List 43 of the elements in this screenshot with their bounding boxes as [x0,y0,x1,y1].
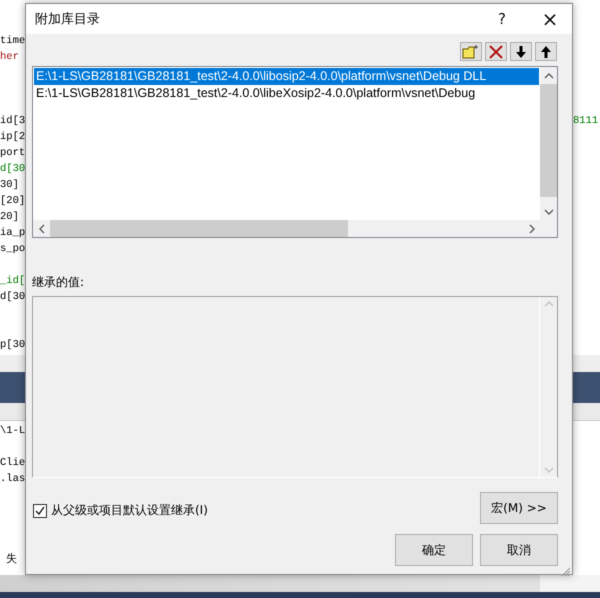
move-up-button[interactable] [535,42,557,61]
scroll-back-icon[interactable] [38,224,46,234]
new-folder-button[interactable] [460,42,482,61]
horizontal-scrollbar[interactable] [33,220,540,237]
code-text: p[30 [0,338,26,353]
code-text: s_po [0,242,26,257]
code-text: _id[ [0,274,26,289]
help-button[interactable]: ? [480,4,524,34]
list-item[interactable]: E:\1-LS\GB28181\GB28181_test\2-4.0.0\libeXosip2-4.0.0\platform\vsnet\Debug [34,85,539,102]
arrow-down-icon [516,46,526,58]
checkbox[interactable] [33,504,47,518]
delete-icon [489,44,503,58]
scroll-back-icon[interactable] [544,72,554,80]
code-text: 失 [5,551,17,567]
code-text: her [0,50,19,65]
code-text: ip[2 [0,130,26,145]
close-button[interactable]: × [528,4,572,34]
macro-button[interactable]: 宏(M) >> [480,492,558,524]
code-text: [20] [0,194,26,209]
inherited-values-label: 继承的值: [32,274,84,291]
dialog-button[interactable]: 确定 [395,534,473,566]
code-text: 20] [0,210,19,225]
list-item[interactable]: E:\1-LS\GB28181\GB28181_test\2-4.0.0\libosip2-4.0.0\platform\vsnet\Debug DLL [34,68,539,85]
resize-grip-icon[interactable] [561,567,571,577]
move-down-button[interactable] [510,42,532,61]
code-text: .las [0,472,26,487]
code-text: ia_p [0,226,26,241]
code-text: port [0,146,26,161]
code-text: time [0,34,26,49]
code-text: 30] [0,178,19,193]
checkbox-label: 从父级或项目默认设置继承(I) [51,502,208,519]
code-text: id[3 [0,114,26,129]
window-title: 附加库目录 [35,11,101,28]
code-text: \1-L [0,424,26,439]
code-text: Clie [0,456,26,471]
vertical-scrollbar[interactable] [540,67,557,220]
arrow-up-icon [541,46,551,58]
delete-button[interactable] [485,42,507,61]
code-text: d[30 [0,290,26,305]
code-text: 8111 [573,114,598,129]
code-text: d[30 [0,162,26,177]
dialog-button[interactable]: 取消 [480,534,558,566]
folder-icon [462,44,480,59]
